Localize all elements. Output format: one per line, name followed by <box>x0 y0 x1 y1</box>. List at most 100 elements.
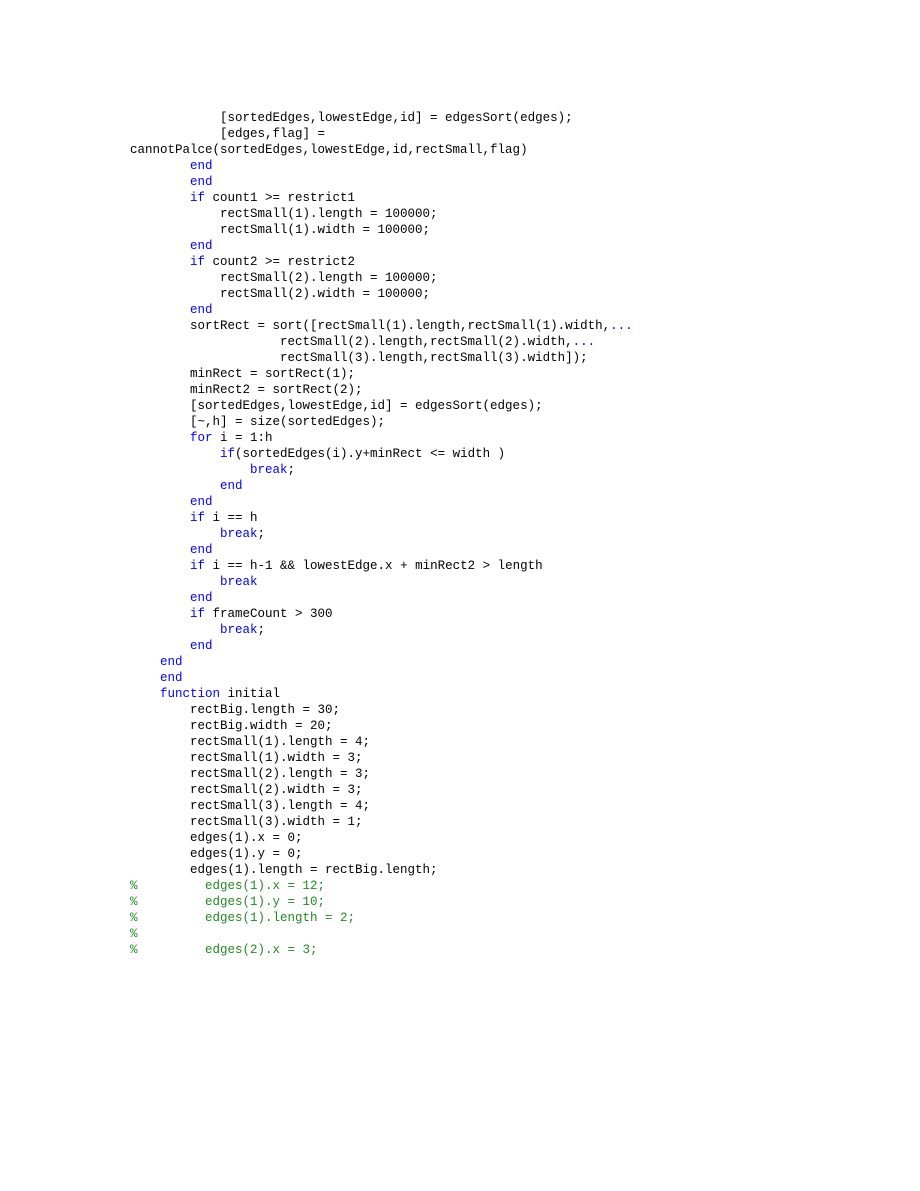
code-line: end <box>130 302 920 318</box>
code-token: end <box>160 671 183 685</box>
code-token <box>130 447 220 461</box>
code-token: end <box>190 303 213 317</box>
code-token <box>130 671 160 685</box>
code-page: [sortedEdges,lowestEdge,id] = edgesSort(… <box>0 0 920 958</box>
code-token: count1 >= restrict1 <box>205 191 355 205</box>
code-token: i = 1:h <box>213 431 273 445</box>
code-line: cannotPalce(sortedEdges,lowestEdge,id,re… <box>130 142 920 158</box>
code-line: [edges,flag] = <box>130 126 920 142</box>
code-line: % edges(1).x = 12; <box>130 878 920 894</box>
code-token: initial <box>220 687 280 701</box>
code-token: edges(1).x = 0; <box>130 831 303 845</box>
code-token <box>130 159 190 173</box>
code-token <box>130 511 190 525</box>
code-token: rectSmall(3).length = 4; <box>130 799 370 813</box>
code-line: rectSmall(2).length = 100000; <box>130 270 920 286</box>
code-token: end <box>190 175 213 189</box>
code-line: rectSmall(1).length = 4; <box>130 734 920 750</box>
code-token: ... <box>610 319 633 333</box>
code-line: end <box>130 478 920 494</box>
code-token <box>130 623 220 637</box>
code-line: if i == h <box>130 510 920 526</box>
code-token: end <box>160 655 183 669</box>
code-token: end <box>220 479 243 493</box>
code-token: % edges(1).length = 2; <box>130 911 355 925</box>
code-token: end <box>190 159 213 173</box>
code-line: end <box>130 158 920 174</box>
code-token: if <box>190 559 205 573</box>
code-token <box>130 607 190 621</box>
code-token <box>130 495 190 509</box>
code-line: edges(1).y = 0; <box>130 846 920 862</box>
code-token <box>130 543 190 557</box>
code-token: rectSmall(2).length = 100000; <box>130 271 438 285</box>
code-line: rectBig.width = 20; <box>130 718 920 734</box>
code-token: ; <box>288 463 296 477</box>
code-line: end <box>130 670 920 686</box>
code-token: rectSmall(2).width = 100000; <box>130 287 430 301</box>
code-token: (sortedEdges(i).y+minRect <= width ) <box>235 447 505 461</box>
code-token: cannotPalce(sortedEdges,lowestEdge,id,re… <box>130 143 528 157</box>
code-line: [~,h] = size(sortedEdges); <box>130 414 920 430</box>
code-line: rectSmall(2).length,rectSmall(2).width,.… <box>130 334 920 350</box>
code-line: [sortedEdges,lowestEdge,id] = edgesSort(… <box>130 110 920 126</box>
code-line: function initial <box>130 686 920 702</box>
code-line: if count2 >= restrict2 <box>130 254 920 270</box>
code-token: minRect = sortRect(1); <box>130 367 355 381</box>
code-token: end <box>190 639 213 653</box>
code-token <box>130 191 190 205</box>
code-token: break <box>220 575 258 589</box>
code-token: [sortedEdges,lowestEdge,id] = edgesSort(… <box>130 399 543 413</box>
code-line: break; <box>130 526 920 542</box>
code-token: edges(1).length = rectBig.length; <box>130 863 438 877</box>
code-token: for <box>190 431 213 445</box>
code-token: if <box>220 447 235 461</box>
code-token: [sortedEdges,lowestEdge,id] = edgesSort(… <box>130 111 573 125</box>
code-line: if i == h-1 && lowestEdge.x + minRect2 >… <box>130 558 920 574</box>
code-line: end <box>130 654 920 670</box>
code-token: % <box>130 927 138 941</box>
code-token: end <box>190 239 213 253</box>
code-token: ; <box>258 527 266 541</box>
code-line: edges(1).x = 0; <box>130 830 920 846</box>
code-token: rectBig.length = 30; <box>130 703 340 717</box>
code-line: rectSmall(2).length = 3; <box>130 766 920 782</box>
code-token: rectSmall(2).width = 3; <box>130 783 363 797</box>
code-line: edges(1).length = rectBig.length; <box>130 862 920 878</box>
code-block: [sortedEdges,lowestEdge,id] = edgesSort(… <box>130 110 920 958</box>
code-line: end <box>130 238 920 254</box>
code-token: i == h-1 && lowestEdge.x + minRect2 > le… <box>205 559 543 573</box>
code-line: % edges(1).length = 2; <box>130 910 920 926</box>
code-token: if <box>190 607 205 621</box>
code-token: % edges(1).x = 12; <box>130 879 325 893</box>
code-token: i == h <box>205 511 258 525</box>
code-token: [edges,flag] = <box>130 127 333 141</box>
code-line: break; <box>130 462 920 478</box>
code-line: minRect2 = sortRect(2); <box>130 382 920 398</box>
code-line: rectSmall(1).length = 100000; <box>130 206 920 222</box>
code-token <box>130 591 190 605</box>
code-line: rectBig.length = 30; <box>130 702 920 718</box>
code-line: rectSmall(3).length,rectSmall(3).width])… <box>130 350 920 366</box>
code-line: end <box>130 542 920 558</box>
code-token <box>130 239 190 253</box>
code-token <box>130 175 190 189</box>
code-token: % edges(2).x = 3; <box>130 943 318 957</box>
code-line: end <box>130 590 920 606</box>
code-token: rectBig.width = 20; <box>130 719 333 733</box>
code-token: sortRect = sort([rectSmall(1).length,rec… <box>130 319 610 333</box>
code-token <box>130 303 190 317</box>
code-line: break <box>130 574 920 590</box>
code-token <box>130 255 190 269</box>
code-token: edges(1).y = 0; <box>130 847 303 861</box>
code-token: if <box>190 191 205 205</box>
code-line: [sortedEdges,lowestEdge,id] = edgesSort(… <box>130 398 920 414</box>
code-token: end <box>190 495 213 509</box>
code-token <box>130 527 220 541</box>
code-line: if count1 >= restrict1 <box>130 190 920 206</box>
code-line: rectSmall(2).width = 100000; <box>130 286 920 302</box>
code-token <box>130 575 220 589</box>
code-token: frameCount > 300 <box>205 607 333 621</box>
code-token: rectSmall(2).length,rectSmall(2).width, <box>130 335 573 349</box>
code-token: ; <box>258 623 266 637</box>
